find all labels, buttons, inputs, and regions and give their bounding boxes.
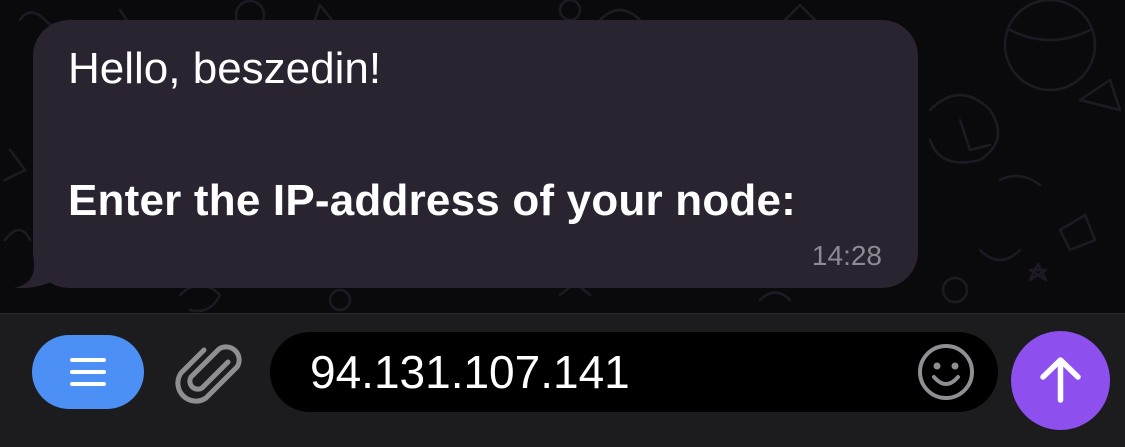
menu-button[interactable] [32,335,144,409]
message-input[interactable]: 94.131.107.141 [270,332,998,412]
attach-button[interactable] [172,336,244,408]
arrow-up-icon [1040,357,1081,403]
message-timestamp: 14:28 [811,240,882,271]
paperclip-icon [175,344,242,404]
message-input-bar: 94.131.107.141 [0,313,1125,447]
bubble-tail [14,236,69,288]
message-greeting: Hello, beszedin! [68,44,382,93]
message-input-value: 94.131.107.141 [310,346,630,398]
send-button[interactable] [1011,331,1110,430]
menu-icon [70,358,106,386]
smiley-icon [918,344,974,400]
chat-screen: Hello, beszedin! Enter the IP-address of… [0,0,1125,447]
emoji-button[interactable] [916,342,976,402]
message-prompt: Enter the IP-address of your node: [68,176,797,225]
